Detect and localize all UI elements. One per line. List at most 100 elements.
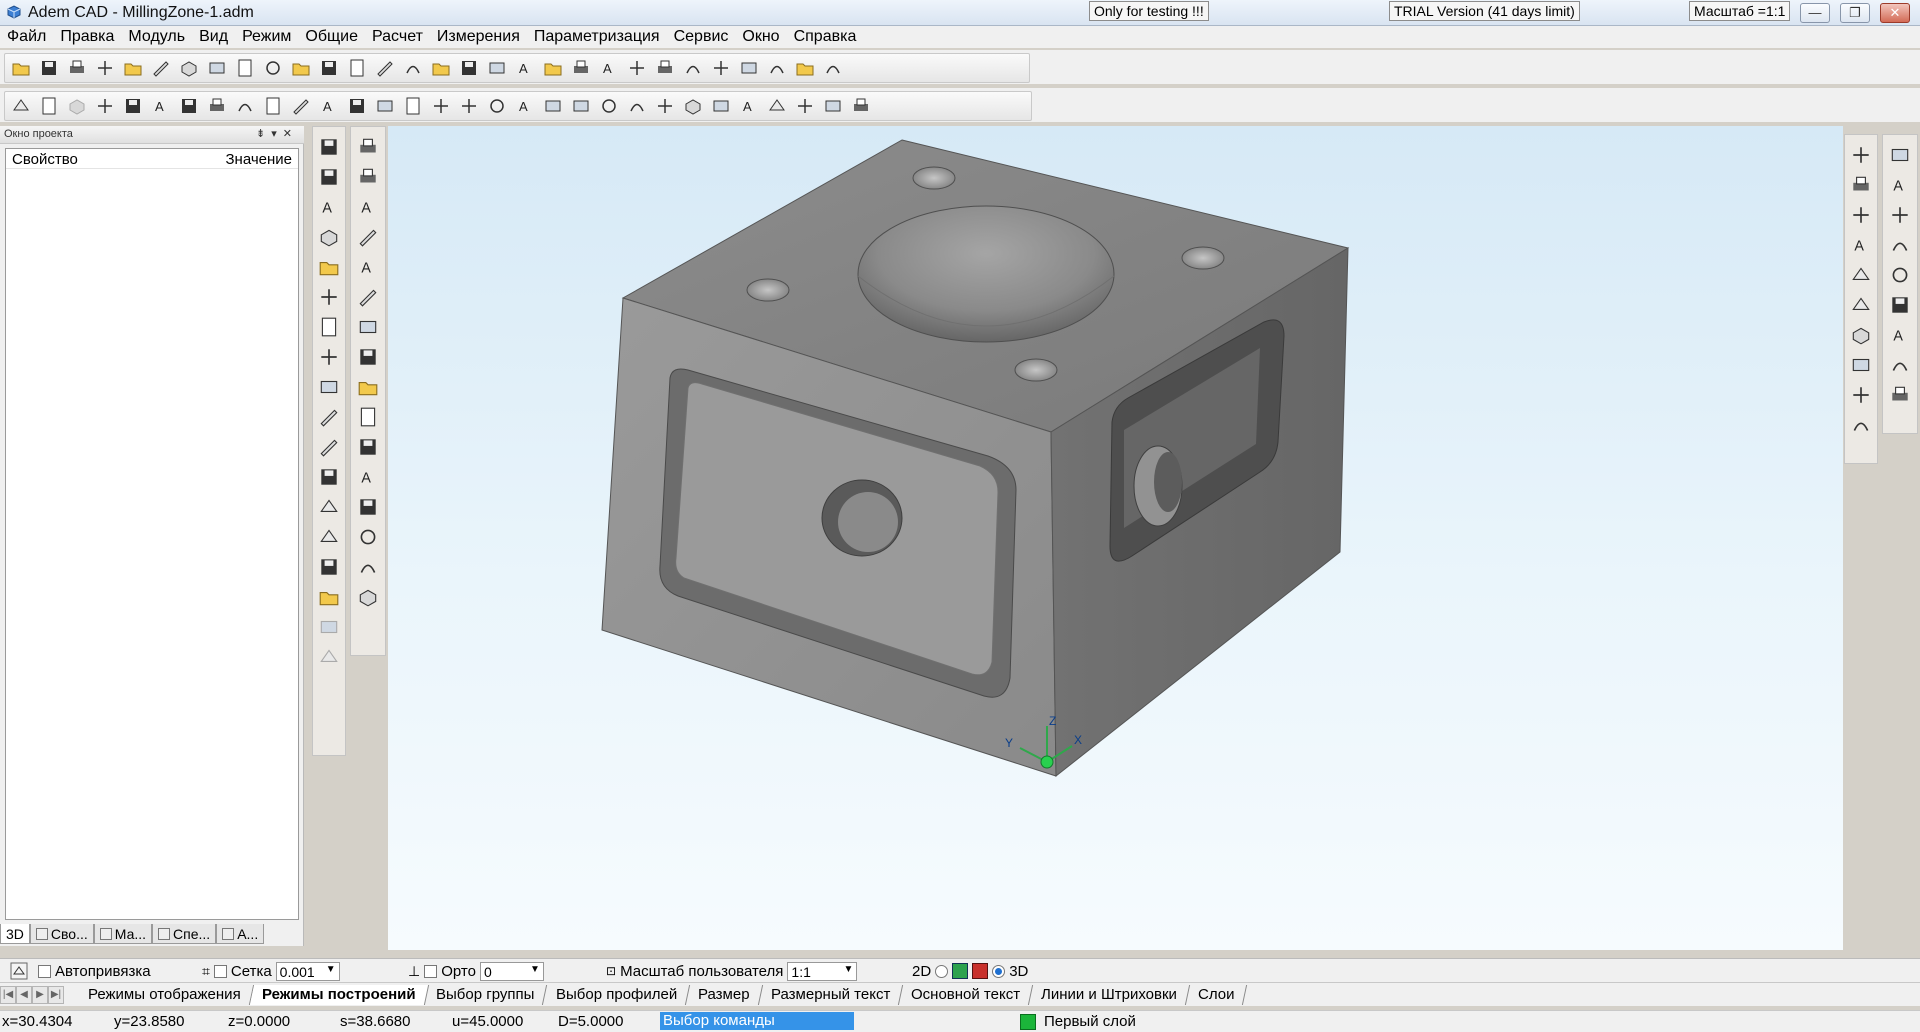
scissors-icon[interactable] xyxy=(1848,263,1874,287)
transform-icon[interactable] xyxy=(316,525,342,549)
segment-icon[interactable] xyxy=(233,94,257,118)
panel-tab-3[interactable]: Спе... xyxy=(152,924,217,944)
surface-plane-icon[interactable]: A xyxy=(355,465,381,489)
menu-item-11[interactable]: Справка xyxy=(787,26,864,48)
panel-tab-1[interactable]: Сво... xyxy=(29,924,94,944)
offset-icon[interactable] xyxy=(821,94,845,118)
mode-2d-radio[interactable] xyxy=(935,964,949,978)
trim-icon[interactable] xyxy=(1848,293,1874,317)
rectangle-icon[interactable] xyxy=(261,94,285,118)
print-icon[interactable] xyxy=(93,56,117,80)
grid-surface-icon[interactable] xyxy=(355,495,381,519)
layer-green-icon[interactable] xyxy=(952,963,969,979)
rotate-face-icon[interactable] xyxy=(1887,293,1913,317)
checker-icon[interactable] xyxy=(1887,383,1913,407)
plane-down-icon[interactable] xyxy=(355,345,381,369)
options-menu-button[interactable] xyxy=(10,961,28,981)
accept-icon[interactable] xyxy=(1848,383,1874,407)
solid-delete-icon[interactable] xyxy=(316,165,342,189)
text-icon[interactable] xyxy=(541,94,565,118)
database-icon[interactable] xyxy=(569,56,593,80)
grid-step-select[interactable]: 0.001 xyxy=(275,961,340,981)
save-icon[interactable] xyxy=(65,56,89,80)
view-cube-icon[interactable] xyxy=(355,585,381,609)
grid-checkbox[interactable] xyxy=(213,964,227,978)
new-file-icon[interactable] xyxy=(9,56,33,80)
ortho-angle-select[interactable]: 0 xyxy=(479,961,544,981)
tab-nav-first[interactable]: |◀ xyxy=(0,985,16,1004)
pan-icon[interactable] xyxy=(793,56,817,80)
mode-tab-0[interactable]: Режимы отображения xyxy=(75,984,254,1005)
cube-icon[interactable] xyxy=(709,56,733,80)
command-prompt[interactable]: Выбор команды xyxy=(660,1012,854,1030)
tolerance-icon[interactable] xyxy=(653,94,677,118)
delete-solid-icon[interactable] xyxy=(355,225,381,249)
3d-viewport[interactable]: Z Y X xyxy=(388,126,1843,950)
page-check-icon[interactable] xyxy=(121,94,145,118)
tab-nav-last[interactable]: ▶| xyxy=(48,985,64,1004)
menu-item-1[interactable]: Правка xyxy=(53,26,121,48)
chamfer-icon[interactable] xyxy=(261,56,285,80)
circle-icon[interactable] xyxy=(233,56,257,80)
orbit-icon[interactable] xyxy=(765,56,789,80)
block-add-icon[interactable] xyxy=(355,135,381,159)
torus-delete-icon[interactable] xyxy=(355,285,381,309)
tab-nav-next[interactable]: ▶ xyxy=(32,985,48,1004)
panel-tab-0[interactable]: 3D xyxy=(0,924,30,944)
panel-controls[interactable]: ⇟▾✕ xyxy=(256,127,298,140)
arrow-icon[interactable] xyxy=(709,94,733,118)
column-property[interactable]: Свойство xyxy=(12,151,78,168)
model-view[interactable]: Z Y X xyxy=(388,126,1843,950)
layer-red-icon[interactable] xyxy=(972,963,989,979)
export-icon[interactable] xyxy=(653,56,677,80)
autosnap-checkbox[interactable] xyxy=(38,964,51,978)
face-icon[interactable] xyxy=(355,375,381,399)
cup-icon[interactable] xyxy=(541,56,565,80)
mode-tab-1[interactable]: Режимы построений xyxy=(249,984,429,1005)
angle-dimension-icon[interactable] xyxy=(681,94,705,118)
bezier-icon[interactable] xyxy=(429,94,453,118)
user-scale-select[interactable]: 1:1 xyxy=(787,961,858,981)
open-folder-icon[interactable] xyxy=(37,56,61,80)
line-pencil-icon[interactable] xyxy=(177,56,201,80)
properties-icon[interactable] xyxy=(37,94,61,118)
undo-icon[interactable] xyxy=(177,94,201,118)
import-icon[interactable] xyxy=(681,56,705,80)
mode-tab-8[interactable]: Слои xyxy=(1185,984,1248,1005)
subtract-icon[interactable] xyxy=(316,375,342,399)
panel-tab-2[interactable]: Ма... xyxy=(93,924,153,944)
mode-3d-radio[interactable] xyxy=(992,964,1006,978)
dimension-icon[interactable] xyxy=(597,94,621,118)
rotate-icon[interactable] xyxy=(316,255,342,279)
intersect-icon[interactable] xyxy=(316,405,342,429)
restore-button[interactable]: ❐ xyxy=(1840,3,1870,23)
cone-add-icon[interactable]: A xyxy=(355,195,381,219)
revolve-icon[interactable]: A xyxy=(513,56,537,80)
mode-tab-3[interactable]: Выбор профилей xyxy=(543,984,691,1005)
panel-tab-4[interactable]: А... xyxy=(216,924,265,944)
polyline-icon[interactable] xyxy=(345,94,369,118)
paste-view-icon[interactable] xyxy=(149,56,173,80)
cylinder-add-icon[interactable] xyxy=(355,165,381,189)
highlight-icon[interactable] xyxy=(1887,233,1913,257)
menu-item-0[interactable]: Файл xyxy=(0,26,53,48)
sphere-icon[interactable] xyxy=(485,56,509,80)
plane-3d-icon[interactable] xyxy=(1887,143,1913,167)
grid-icon[interactable] xyxy=(821,56,845,80)
shell-icon[interactable] xyxy=(457,56,481,80)
split-icon[interactable] xyxy=(316,435,342,459)
union-icon[interactable] xyxy=(316,345,342,369)
close-button[interactable]: ✕ xyxy=(1880,3,1910,23)
snap-icon[interactable] xyxy=(737,56,761,80)
gear-disabled-icon[interactable] xyxy=(316,645,342,669)
text-edit-icon[interactable] xyxy=(569,94,593,118)
polygon-3d-icon[interactable] xyxy=(1848,173,1874,197)
paint-icon[interactable] xyxy=(1887,353,1913,377)
ortho-option[interactable]: ⊥ Орто 0 xyxy=(408,961,544,981)
solid-copy-icon[interactable]: A xyxy=(316,195,342,219)
extrude-icon[interactable] xyxy=(373,56,397,80)
circle-center-icon[interactable] xyxy=(289,94,313,118)
box-solid-icon[interactable] xyxy=(317,56,341,80)
filter-icon[interactable] xyxy=(625,56,649,80)
line-3d-icon[interactable] xyxy=(1848,143,1874,167)
